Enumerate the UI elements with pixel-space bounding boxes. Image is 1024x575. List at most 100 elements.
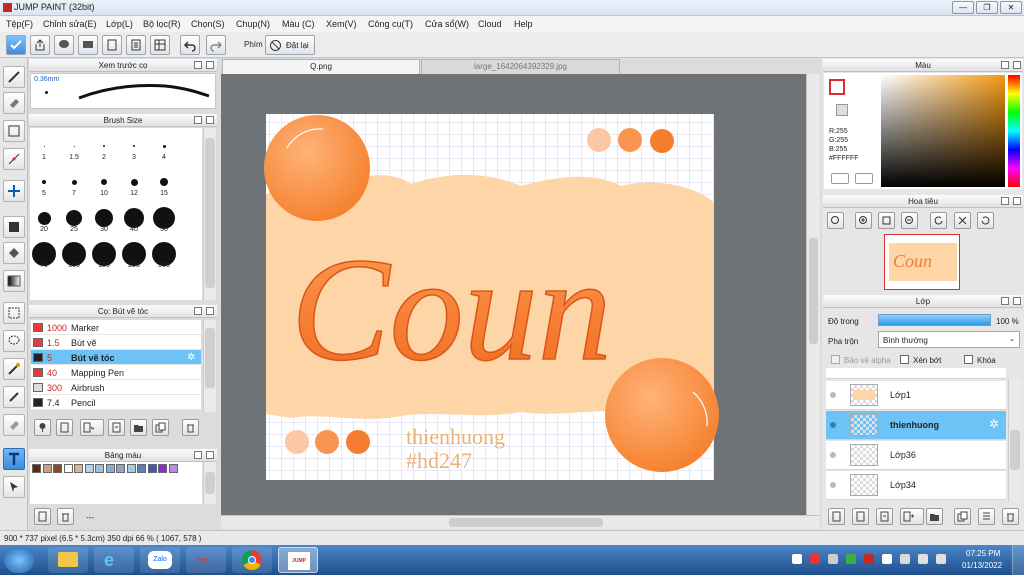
palette-swatch[interactable] [116,464,125,473]
panel-close-icon[interactable] [1013,197,1021,205]
brush-size-cell[interactable]: 1 [29,132,59,161]
canvas-hscroll[interactable] [221,515,820,529]
palette-swatch[interactable] [53,464,62,473]
panel-float-icon[interactable] [194,116,202,124]
menu-edit[interactable]: Chỉnh sửa(E) [43,19,97,29]
color-mode-icon[interactable] [831,173,849,184]
palette-swatch[interactable] [95,464,104,473]
brush-tool-icon[interactable] [3,66,25,88]
new-palette-icon[interactable] [34,508,51,525]
brush-size-cell[interactable]: 50 [149,204,179,233]
palette-scrollbar[interactable] [203,462,216,504]
text-tool-icon[interactable] [3,448,25,470]
brush-size-cell[interactable]: 30 [89,204,119,233]
brushlist-scrollbar[interactable] [203,320,216,412]
panel-close-icon[interactable] [206,307,214,315]
palette-swatch[interactable] [168,464,178,473]
select-rect-tool-icon[interactable] [3,302,25,324]
palette-swatch[interactable] [32,464,41,473]
background-color[interactable] [836,104,848,116]
grid-icon[interactable] [150,35,170,55]
close-button[interactable]: ✕ [1000,1,1022,14]
magic-wand-tool-icon[interactable] [3,358,25,380]
line-tool-icon[interactable] [3,148,25,170]
tray-icon[interactable] [792,554,802,564]
brush-size-cell[interactable]: 7 [59,168,89,197]
palette-swatch[interactable] [63,464,73,473]
brush-item[interactable]: 1.5 Bút vẽ [31,335,201,350]
new-layer-2-icon[interactable] [852,508,869,525]
menu-layer[interactable]: Lớp(L) [106,19,133,29]
brush-size-cell[interactable]: 200 [119,240,149,269]
menu-view[interactable]: Xem(V) [326,19,357,29]
move-tool-icon[interactable] [3,180,25,202]
brush-size-cell[interactable]: 12 [119,168,149,197]
zoom-in-icon[interactable] [827,212,844,229]
panel-close-icon[interactable] [1013,61,1021,69]
layers-scrollbar[interactable] [1008,380,1021,502]
gradient-tool-icon[interactable] [3,270,25,292]
menu-filter[interactable]: Bộ lọc(R) [143,19,181,29]
brush-size-cell[interactable]: 2 [89,132,119,161]
brush-size-cell[interactable]: 4 [149,132,179,161]
layer-menu-icon[interactable] [900,508,924,525]
flip-icon[interactable] [954,212,971,229]
foreground-color[interactable] [829,79,845,95]
trash-icon[interactable] [182,419,199,436]
palette-swatch[interactable] [147,464,157,473]
undo-icon[interactable] [180,35,200,55]
lasso-tool-icon[interactable] [3,330,25,352]
show-desktop-button[interactable] [1012,545,1024,575]
tray-icon[interactable] [810,554,820,564]
fill-rect-tool-icon[interactable] [3,216,25,238]
brush-size-cell[interactable]: 10 [89,168,119,197]
panel-float-icon[interactable] [1001,197,1009,205]
tray-icon[interactable] [846,554,856,564]
chrome-taskbar-icon[interactable] [232,547,272,573]
jump-paint-taskbar-icon[interactable]: JUMP PAINT [278,547,318,573]
menu-file[interactable]: Tệp(F) [6,19,33,29]
reset-button[interactable]: Đặt lại [265,35,315,55]
panel-float-icon[interactable] [1001,297,1009,305]
palette-swatch[interactable] [42,464,52,473]
panel-close-icon[interactable] [206,61,214,69]
brush-item-selected[interactable]: 5 Bút vẽ tóc ✲ [31,350,201,365]
brush-settings-icon[interactable] [108,419,125,436]
volume-icon[interactable] [936,554,946,564]
menu-color[interactable]: Màu (C) [282,19,315,29]
layer-settings-icon[interactable]: ✲ [989,417,999,431]
pages-icon[interactable] [126,35,146,55]
maximize-button[interactable]: ❐ [976,1,998,14]
zoom-minus-icon[interactable] [901,212,918,229]
layer-merge-icon[interactable] [978,508,995,525]
panel-float-icon[interactable] [194,451,202,459]
saturation-value-picker[interactable] [881,75,1005,187]
minimize-button[interactable]: — [952,1,974,14]
layer-duplicate-icon[interactable] [954,508,971,525]
rectangle-tool-icon[interactable] [3,120,25,142]
select-eraser-tool-icon[interactable] [3,414,25,436]
brush-size-cell[interactable]: 5 [29,168,59,197]
brush-size-cell[interactable]: 300 [149,240,179,269]
redo-icon[interactable] [206,35,226,55]
layer-copy-icon[interactable] [876,508,893,525]
panel-float-icon[interactable] [194,307,202,315]
network-icon[interactable] [918,554,928,564]
color-history-icon[interactable] [855,173,873,184]
brush-item[interactable]: 40 Mapping Pen [31,365,201,380]
tray-icon[interactable] [882,554,892,564]
zalo-taskbar-icon[interactable]: Zalo [140,547,180,573]
visibility-icon[interactable] [830,482,836,488]
document-icon[interactable] [102,35,122,55]
snipping-taskbar-icon[interactable]: ✂ [186,547,226,573]
fit-icon[interactable] [878,212,895,229]
artwork-canvas[interactable]: Coun thienhuong #hd247 [221,74,806,515]
brush-size-cell[interactable]: 100 [59,240,89,269]
menu-cloud[interactable]: Cloud [478,19,502,29]
select-pen-tool-icon[interactable] [3,386,25,408]
brush-size-cell[interactable]: 40 [119,204,149,233]
layer-folder-icon[interactable] [926,508,943,525]
layer-row-selected[interactable]: thienhuong ✲ [826,411,1006,440]
palette-swatch[interactable] [105,464,115,473]
brush-size-cell[interactable]: 70 [29,240,59,269]
